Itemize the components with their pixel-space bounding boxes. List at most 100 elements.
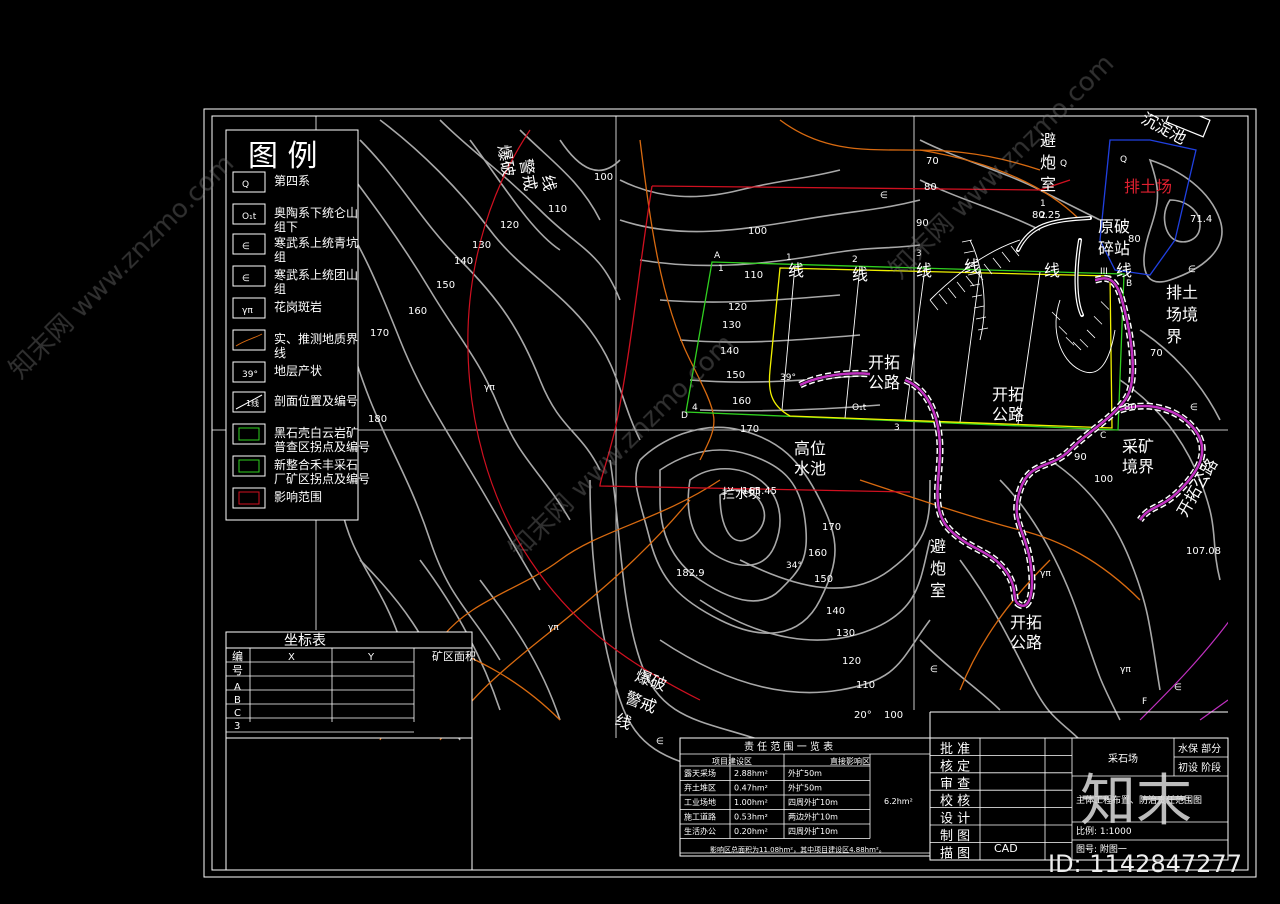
watermarks: 知末网 www.znzmo.com 知末网 www.znzmo.com 知末网 … — [4, 49, 1120, 565]
svg-text:80: 80 — [924, 182, 937, 193]
resp-row-area: 0.53hm² — [734, 813, 768, 822]
resp-row-name: 生活办公 — [684, 826, 716, 836]
svg-text:1: 1 — [786, 253, 792, 263]
svg-text:γπ: γπ — [1040, 569, 1051, 579]
section-line-labels: 线 线 线 线 线 线 — [788, 257, 1132, 284]
dump-boundary-label: 排土场境界 — [1166, 283, 1198, 346]
resp-footnote: 影响区总面积为11.08hm²，其中项目建设区4.88hm²。 — [710, 845, 886, 854]
svg-text:150: 150 — [726, 370, 745, 381]
svg-text:110: 110 — [744, 270, 763, 281]
svg-text:3: 3 — [894, 423, 900, 433]
svg-text:140: 140 — [454, 256, 473, 267]
svg-text:线: 线 — [538, 173, 559, 192]
svg-text:警戒: 警戒 — [516, 157, 540, 192]
title-part: 水保 部分 — [1178, 742, 1221, 755]
svg-text:F: F — [1142, 697, 1147, 707]
coordinate-table: 坐标表 编号 X Y 矿区面积 ABC 3 — [225, 631, 476, 739]
svg-text:107.08: 107.08 — [1186, 546, 1221, 557]
svg-text:120: 120 — [842, 656, 861, 667]
pit-benches — [929, 239, 1116, 373]
svg-text:100: 100 — [594, 172, 613, 183]
high-pool-label: 高位水池 — [794, 439, 826, 478]
svg-text:D: D — [681, 411, 688, 421]
watermark-text-1: 知末网 www.znzmo.com — [4, 149, 240, 385]
watermark-text-2: 知末网 www.znzmo.com — [504, 329, 740, 565]
shelter-label-2: 避炮室 — [930, 537, 946, 600]
road-label-1: 开拓公路 — [868, 353, 900, 392]
legend-label: 新整合禾丰采石厂矿区拐点及编号 — [274, 457, 370, 486]
svg-text:180: 180 — [368, 414, 387, 425]
svg-text:线: 线 — [1044, 261, 1060, 280]
legend-symbol: γπ — [242, 306, 253, 316]
svg-text:160: 160 — [808, 548, 827, 559]
map-canvas: 避炮室 避炮室 沉淀池 排土场 原破碎站 排土场境界 开拓公路 开拓公路 开拓公… — [4, 49, 1257, 878]
resp-row-area: 1.00hm² — [734, 798, 768, 807]
legend-label: 黑石壳白云岩矿普查区拐点及编号 — [274, 425, 370, 454]
svg-text:∈: ∈ — [1188, 265, 1196, 275]
svg-text:2: 2 — [852, 255, 858, 265]
title-role: 校 核 — [940, 793, 970, 809]
svg-text:C: C — [1100, 431, 1106, 441]
coord-header: 号 — [232, 664, 243, 677]
resp-header: 项目建设区 — [712, 756, 752, 766]
svg-text:∈: ∈ — [1174, 683, 1182, 693]
coord-header: 矿区面积 — [432, 650, 476, 663]
svg-text:线: 线 — [788, 261, 804, 280]
legend-symbol: ∈ — [242, 242, 250, 252]
svg-text:90: 90 — [1074, 452, 1087, 463]
svg-text:130: 130 — [472, 240, 491, 251]
svg-text:170: 170 — [370, 328, 389, 339]
blank-panel — [225, 737, 473, 871]
svg-text:4: 4 — [692, 403, 698, 413]
sediment-pool-label: 沉淀池 — [1138, 109, 1189, 148]
blast-warning-label-1: 爆破 — [494, 143, 518, 178]
coord-row-label: A — [234, 682, 241, 693]
legend-symbol: Q — [242, 180, 249, 190]
title-cad: CAD — [994, 842, 1018, 855]
svg-text:1: 1 — [1040, 199, 1046, 209]
svg-text:34°: 34° — [786, 561, 802, 571]
svg-text:γπ: γπ — [484, 383, 495, 393]
svg-text:线: 线 — [1116, 261, 1132, 280]
resp-row-impact: 外扩50m — [788, 783, 822, 793]
svg-text:160: 160 — [408, 306, 427, 317]
svg-text:100: 100 — [748, 226, 767, 237]
svg-text:130: 130 — [836, 628, 855, 639]
svg-text:III: III — [1100, 267, 1108, 277]
resp-row-name: 弃土堆区 — [684, 783, 716, 793]
svg-text:182.9: 182.9 — [676, 568, 705, 579]
resp-row-area: 0.47hm² — [734, 784, 768, 793]
title-role: 设 计 — [940, 812, 970, 827]
resp-total: 6.2hm² — [884, 797, 913, 806]
svg-text:70: 70 — [1150, 348, 1163, 359]
legend-label: 花岗斑岩 — [274, 299, 322, 314]
resp-row-name: 施工道路 — [684, 812, 716, 822]
resp-row-name: 工业场地 — [684, 797, 716, 807]
resp-row-area: 0.20hm² — [734, 827, 768, 836]
cad-drawing: 避炮室 避炮室 沉淀池 排土场 原破碎站 排土场境界 开拓公路 开拓公路 开拓公… — [0, 0, 1280, 900]
svg-text:γπ: γπ — [1120, 665, 1131, 675]
title-project: 采石场 — [1108, 752, 1138, 765]
svg-text:110: 110 — [856, 680, 875, 691]
title-role: 批 准 — [940, 742, 970, 757]
mining-boundary-label: 采矿境界 — [1122, 437, 1154, 476]
road-label-2: 开拓公路 — [992, 385, 1024, 424]
coord-table-title: 坐标表 — [284, 633, 326, 649]
legend-label: 影响范围 — [274, 489, 322, 504]
svg-text:100: 100 — [884, 710, 903, 721]
svg-text:γπ: γπ — [548, 623, 559, 633]
coord-header: 编 — [232, 649, 243, 663]
resp-row-impact: 两边外扩10m — [788, 812, 838, 822]
svg-text:110: 110 — [548, 204, 567, 215]
dump-site-label: 排土场 — [1124, 177, 1172, 196]
svg-text:80: 80 — [1124, 402, 1137, 413]
svg-text:170: 170 — [822, 522, 841, 533]
svg-text:∈: ∈ — [930, 665, 938, 675]
small-annotations: A1 1 23 BCD 43 12 39°34° O₁t γπγπ γπγπ ∈∈… — [484, 155, 1198, 747]
legend-label: 地层产状 — [274, 364, 322, 378]
svg-text:1: 1 — [718, 264, 724, 274]
mining-area-outline — [685, 261, 1125, 431]
resp-row-impact: 外扩50m — [788, 768, 822, 778]
svg-text:150: 150 — [814, 574, 833, 585]
purple-boundary — [1139, 621, 1228, 721]
